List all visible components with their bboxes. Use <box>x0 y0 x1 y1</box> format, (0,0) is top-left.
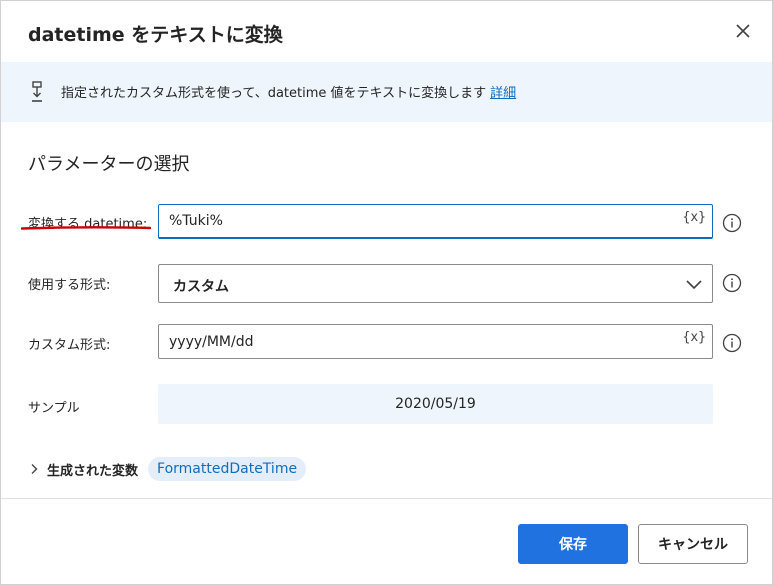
chevron-down-icon <box>686 280 702 290</box>
generated-variables-row: 生成された変数 FormattedDateTime <box>28 456 307 482</box>
info-icon[interactable] <box>722 333 742 353</box>
generated-variables-label: 生成された変数 <box>47 463 139 479</box>
info-icon[interactable] <box>722 273 742 293</box>
close-button[interactable] <box>729 17 757 45</box>
datetime-input[interactable] <box>169 205 669 237</box>
format-selected-value: カスタム <box>173 279 229 295</box>
red-annotation-underline <box>21 226 151 230</box>
datetime-field[interactable]: {x} <box>158 204 713 239</box>
dialog-title: datetime をテキストに変換 <box>28 24 283 46</box>
chevron-right-icon[interactable] <box>28 463 40 475</box>
banner-description: 指定されたカスタム形式を使って、datetime 値をテキストに変換します 詳細 <box>61 82 516 101</box>
variable-picker-button[interactable]: {x} <box>683 330 706 345</box>
sample-label: サンプル <box>28 401 80 416</box>
convert-datetime-dialog: datetime をテキストに変換 指定されたカスタム形式を使って、dateti… <box>0 0 773 585</box>
close-icon <box>736 24 750 38</box>
banner-text: 指定されたカスタム形式を使って、datetime 値をテキストに変換します <box>61 86 487 101</box>
cancel-button[interactable]: キャンセル <box>638 524 748 564</box>
section-title: パラメーターの選択 <box>28 154 190 175</box>
variable-pill[interactable]: FormattedDateTime <box>148 457 307 481</box>
variable-picker-button[interactable]: {x} <box>683 210 706 225</box>
save-button[interactable]: 保存 <box>518 524 628 564</box>
info-icon[interactable] <box>722 213 742 233</box>
custom-format-input[interactable] <box>169 325 669 358</box>
custom-format-field[interactable]: {x} <box>158 324 713 359</box>
convert-icon <box>32 81 42 102</box>
format-label: 使用する形式: <box>28 278 111 293</box>
sample-value: 2020/05/19 <box>395 396 476 412</box>
custom-format-label: カスタム形式: <box>28 338 111 353</box>
format-select[interactable]: カスタム <box>158 264 713 303</box>
info-banner: 指定されたカスタム形式を使って、datetime 値をテキストに変換します 詳細 <box>1 62 772 122</box>
footer-divider <box>1 498 772 499</box>
details-link[interactable]: 詳細 <box>490 86 516 101</box>
sample-preview: 2020/05/19 <box>158 384 713 424</box>
